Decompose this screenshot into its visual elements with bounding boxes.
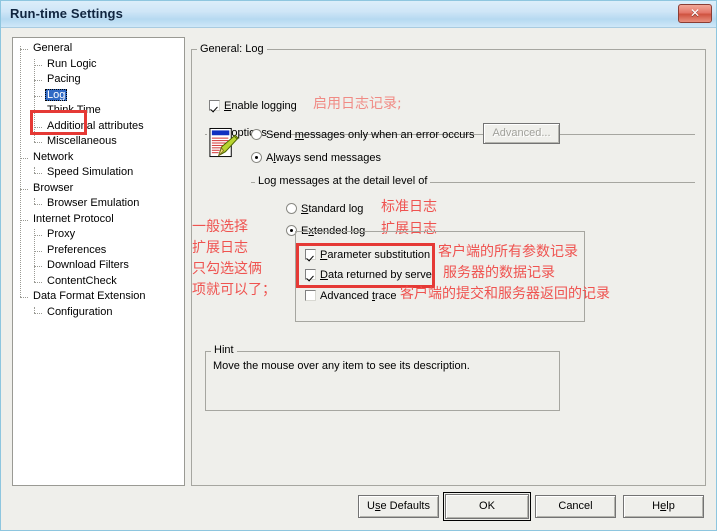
use-defaults-label-b: e Defaults <box>380 500 430 512</box>
ok-button[interactable]: OK <box>443 492 531 521</box>
ok-label-a: OK <box>479 500 495 512</box>
dialog-button-bar: Use Defaults OK Cancel Help <box>1 28 716 530</box>
title-bar: Run-time Settings ✕ <box>1 1 716 28</box>
close-icon[interactable]: ✕ <box>678 4 712 23</box>
help-label-a: H <box>652 500 661 512</box>
help-label-b: lp <box>666 500 675 512</box>
dialog-client-area: General Run Logic Pacing Log Think Time Addit… <box>1 28 716 530</box>
use-defaults-button[interactable]: Use Defaults <box>358 495 439 518</box>
window-title: Run-time Settings <box>10 6 123 21</box>
cancel-button[interactable]: Cancel <box>535 495 616 518</box>
cancel-label-a: Cancel <box>558 500 593 512</box>
use-defaults-label-a: U <box>367 500 375 512</box>
run-time-settings-window: Run-time Settings ✕ General Run Logic Paci… <box>0 0 717 531</box>
help-button[interactable]: Help <box>623 495 704 518</box>
